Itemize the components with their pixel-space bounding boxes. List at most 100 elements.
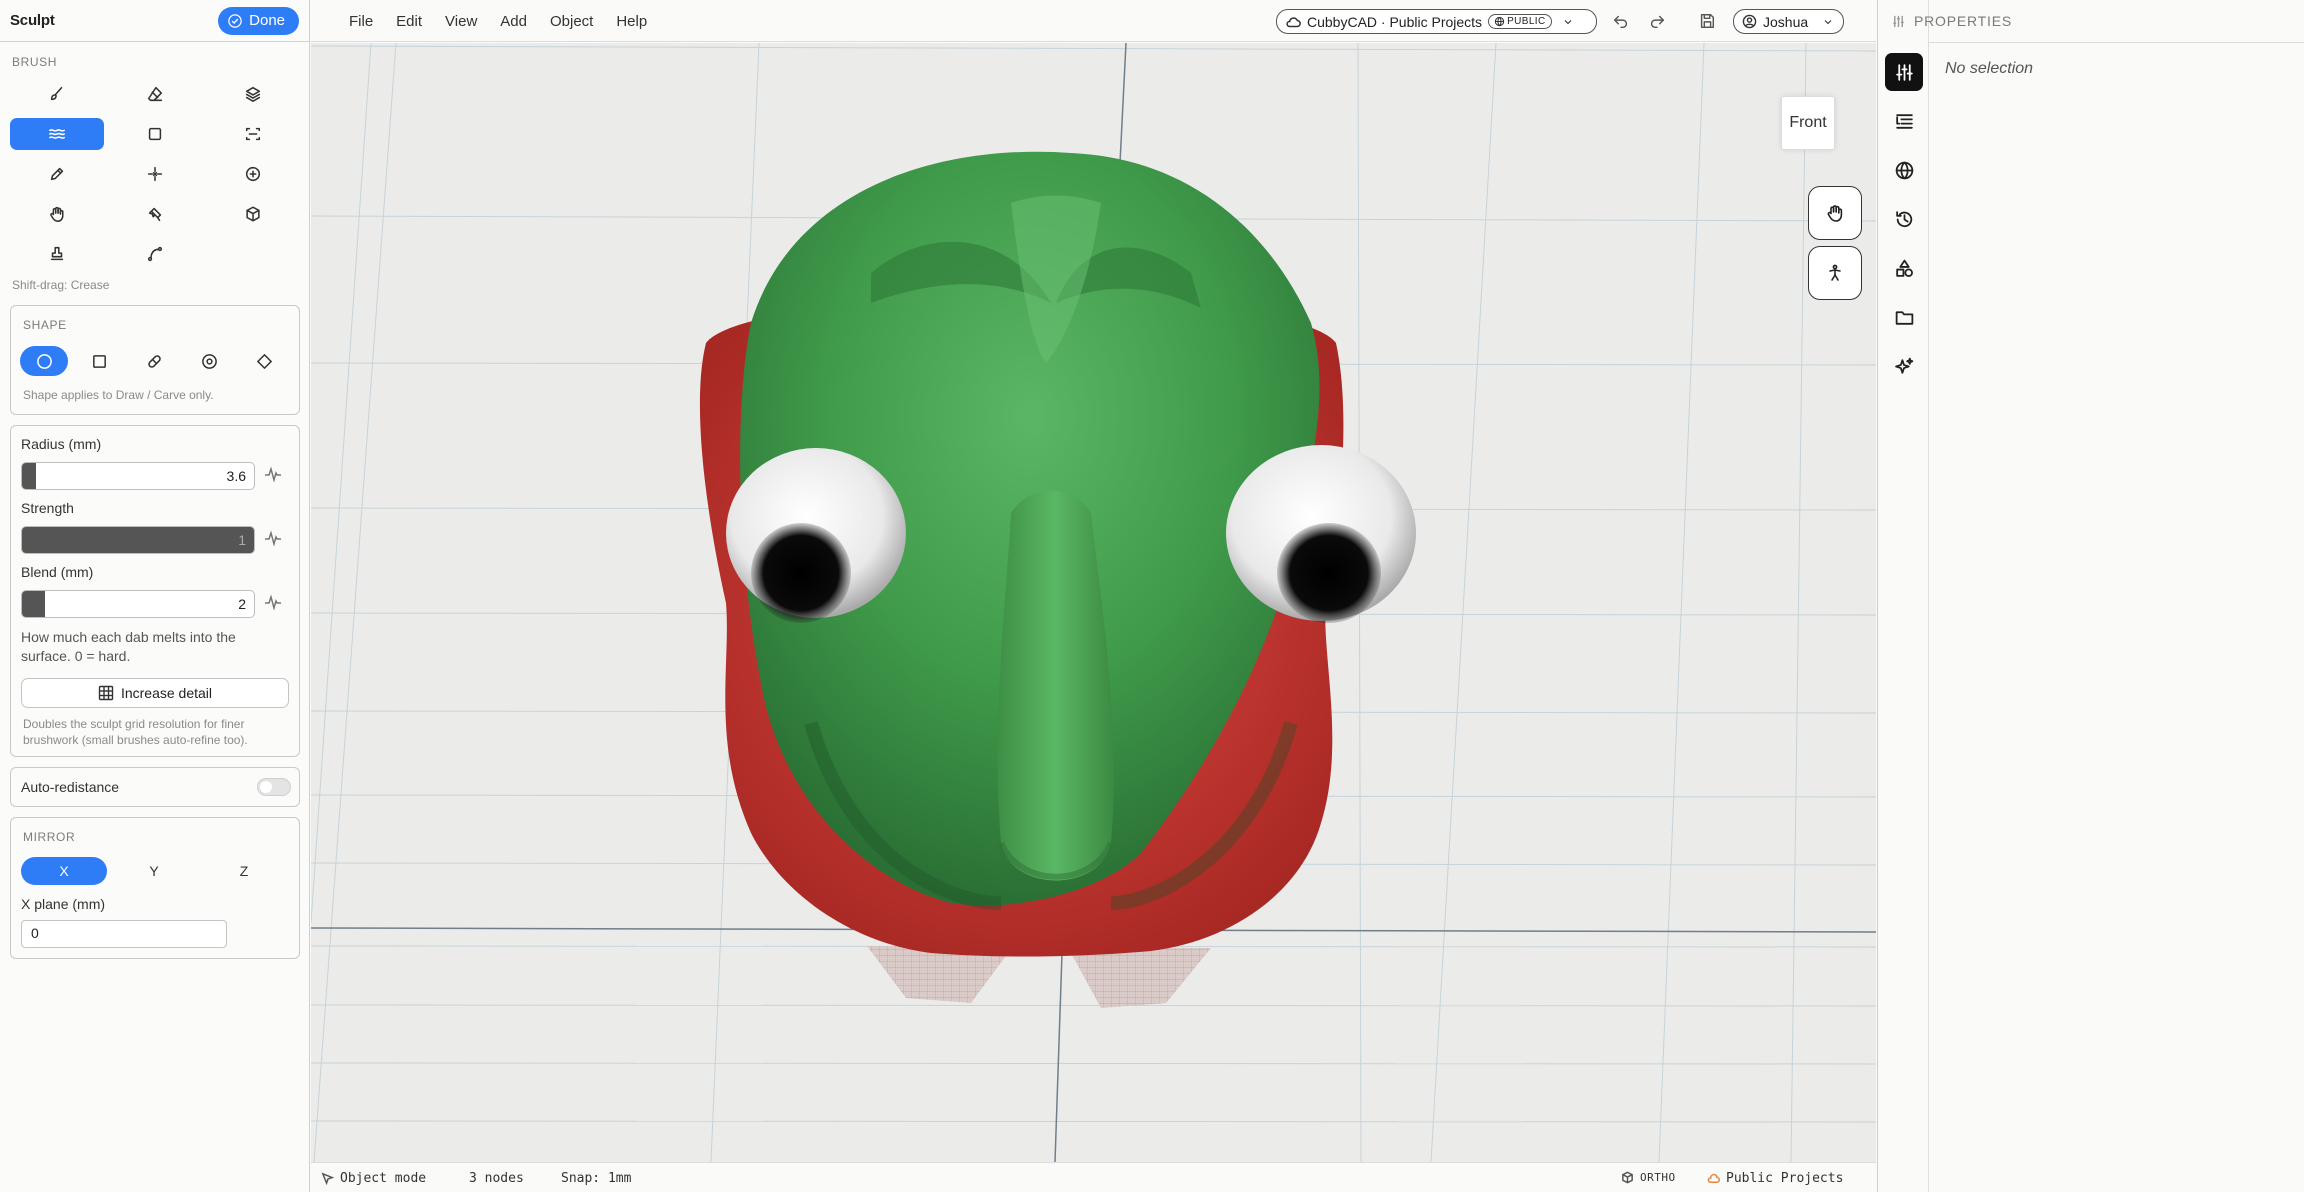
stamp-icon	[50, 246, 64, 261]
menu-add[interactable]: Add	[500, 13, 527, 30]
strength-slider[interactable]: 1	[21, 526, 255, 554]
paint-brush-icon	[148, 207, 162, 222]
brush-layer-button[interactable]	[206, 78, 300, 110]
menu-object[interactable]: Object	[550, 13, 593, 30]
ring-icon	[201, 353, 217, 369]
status-projection[interactable]: ORTHO	[1621, 1171, 1676, 1184]
square-icon	[148, 127, 162, 141]
mirror-y-button[interactable]: Y	[111, 857, 197, 885]
redo-button[interactable]	[1647, 11, 1667, 31]
shape-card: SHAPE Shape applies to Draw / Carve only…	[10, 305, 300, 415]
brush-grab-button[interactable]	[10, 198, 104, 230]
square-icon	[92, 354, 106, 368]
sculpt-model[interactable]	[699, 151, 1416, 1008]
project-selector[interactable]: CubbyCAD · Public Projects PUBLIC	[1276, 9, 1597, 34]
shape-capsule-button[interactable]	[130, 346, 178, 376]
menu-edit[interactable]: Edit	[396, 13, 422, 30]
rail-files-button[interactable]	[1885, 298, 1923, 336]
blend-pressure-button[interactable]	[263, 592, 283, 617]
sparkles-icon	[1894, 357, 1913, 374]
flatten-icon	[245, 127, 261, 141]
top-bar: File Edit View Add Object Help CubbyCAD …	[311, 0, 1876, 42]
mirror-z-button[interactable]: Z	[201, 857, 287, 885]
eraser-icon	[147, 86, 163, 102]
blend-row: 2	[21, 590, 283, 618]
menu-bar: File Edit View Add Object Help	[349, 0, 670, 42]
undo-button[interactable]	[1611, 11, 1631, 31]
done-button[interactable]: Done	[218, 6, 299, 35]
status-nodes: 3 nodes	[469, 1171, 524, 1186]
blend-value: 2	[238, 596, 246, 612]
user-menu[interactable]: Joshua	[1733, 9, 1844, 34]
strength-value: 1	[238, 532, 246, 548]
pulse-icon	[265, 465, 281, 483]
brush-section-label: BRUSH	[12, 55, 58, 69]
rail-history-button[interactable]	[1885, 200, 1923, 238]
radius-value: 3.6	[226, 468, 246, 484]
sliders-icon	[1895, 63, 1913, 81]
rail-environment-button[interactable]	[1885, 151, 1923, 189]
brush-smooth-button[interactable]	[10, 118, 104, 150]
status-project[interactable]: Public Projects	[1707, 1171, 1843, 1186]
properties-panel: PROPERTIES No selection	[1893, 0, 2304, 1192]
shape-diamond-button[interactable]	[240, 346, 288, 376]
globe-icon	[1895, 161, 1913, 179]
grab-hand-icon	[50, 206, 64, 222]
view-cube-front[interactable]: Front	[1781, 96, 1835, 150]
user-circle-icon	[1742, 14, 1757, 29]
brush-settings-card: Radius (mm) 3.6 Strength 1 Blend (mm) 2 …	[10, 425, 300, 757]
brush-erase-button[interactable]	[108, 78, 202, 110]
shape-options	[11, 346, 288, 376]
menu-view[interactable]: View	[445, 13, 477, 30]
brush-primitive-button[interactable]	[206, 198, 300, 230]
right-rail	[1877, 0, 1929, 1192]
menu-help[interactable]: Help	[616, 13, 647, 30]
shape-circle-button[interactable]	[20, 346, 68, 376]
x-plane-input[interactable]: 0	[21, 920, 227, 948]
public-badge: PUBLIC	[1488, 14, 1552, 29]
project-name: CubbyCAD · Public Projects	[1307, 13, 1483, 30]
sculpt-panel: Sculpt Done BRUSH Shift-drag: Crease SHA…	[0, 0, 310, 1192]
status-mode: Object mode	[321, 1171, 426, 1186]
brush-box-button[interactable]	[108, 118, 202, 150]
menu-file[interactable]: File	[349, 13, 373, 30]
save-button[interactable]	[1697, 11, 1717, 31]
no-selection-text: No selection	[1945, 60, 2034, 77]
capsule-icon	[147, 354, 161, 368]
brush-draw-button[interactable]	[10, 78, 104, 110]
radius-label: Radius (mm)	[21, 436, 102, 452]
diamond-icon	[256, 353, 272, 369]
brush-crease-button[interactable]	[10, 158, 104, 190]
x-plane-label: X plane (mm)	[21, 896, 106, 912]
radius-pressure-button[interactable]	[263, 464, 283, 489]
blend-slider[interactable]: 2	[21, 590, 255, 618]
mirror-x-button[interactable]: X	[21, 857, 107, 885]
blend-hint: How much each dab melts into the surface…	[21, 629, 236, 664]
rail-ai-button[interactable]	[1885, 347, 1923, 385]
increase-detail-button[interactable]: Increase detail	[21, 678, 289, 708]
brush-inflate-button[interactable]	[206, 158, 300, 190]
rail-outline-button[interactable]	[1885, 102, 1923, 140]
radius-slider[interactable]: 3.6	[21, 462, 255, 490]
brush-paint-button[interactable]	[108, 198, 202, 230]
3d-viewport[interactable]: Front	[311, 43, 1876, 1162]
auto-redistance-card: Auto-redistance	[10, 767, 300, 807]
shape-ring-button[interactable]	[185, 346, 233, 376]
pan-tool-button[interactable]	[1808, 186, 1862, 240]
auto-redistance-toggle[interactable]	[257, 778, 291, 796]
grid-icon	[98, 685, 114, 701]
rail-shapes-button[interactable]	[1885, 249, 1923, 287]
view-cube[interactable]: Front	[1776, 91, 1840, 155]
auto-redistance-label: Auto-redistance	[21, 779, 120, 795]
rail-properties-button[interactable]	[1885, 53, 1923, 91]
strength-pressure-button[interactable]	[263, 528, 283, 553]
undo-icon	[1613, 15, 1628, 29]
pulse-icon	[265, 529, 281, 547]
blend-slider-fill	[22, 591, 46, 617]
shape-square-button[interactable]	[75, 346, 123, 376]
brush-stamp-button[interactable]	[10, 238, 104, 270]
walk-tool-button[interactable]	[1808, 246, 1862, 300]
brush-curve-button[interactable]	[108, 238, 202, 270]
brush-pinch-button[interactable]	[108, 158, 202, 190]
brush-flatten-button[interactable]	[206, 118, 300, 150]
